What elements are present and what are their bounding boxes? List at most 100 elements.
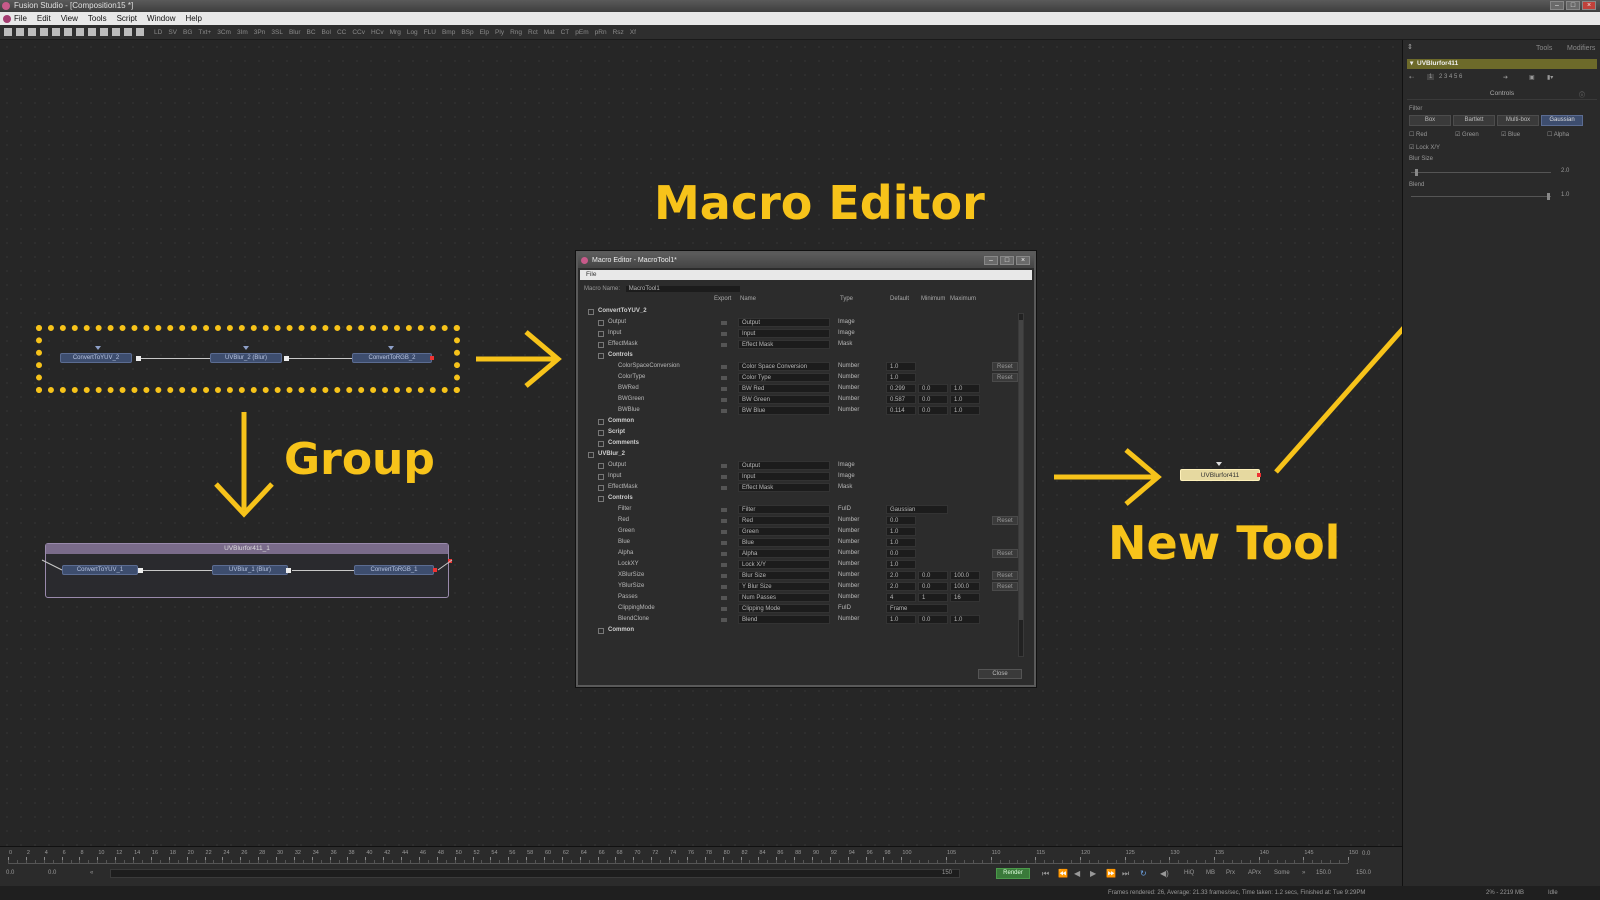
current-time[interactable]: 0.0 xyxy=(48,870,56,876)
node-uvblur-2[interactable]: UVBlur_2 (Blur) xyxy=(210,353,282,363)
blue-checkbox[interactable]: ☑ Blue xyxy=(1501,131,1520,138)
cut-icon[interactable] xyxy=(40,28,48,36)
minimize-button[interactable]: – xyxy=(984,256,998,265)
export-checkbox[interactable] xyxy=(721,321,727,325)
end-time[interactable]: 150.0 xyxy=(1316,870,1331,876)
expand-toggle-icon[interactable] xyxy=(598,628,604,634)
param-name-field[interactable]: Green xyxy=(738,527,830,536)
menu-window[interactable]: Window xyxy=(147,12,175,25)
param-default-field[interactable]: 1.0 xyxy=(886,527,916,536)
blend-slider[interactable] xyxy=(1411,193,1551,200)
undo-icon[interactable] xyxy=(76,28,84,36)
param-name-field[interactable]: Lock X/Y xyxy=(738,560,830,569)
toolbar-tool-button[interactable]: CC xyxy=(337,29,346,36)
menu-view[interactable]: View xyxy=(61,12,78,25)
param-name-field[interactable]: BW Green xyxy=(738,395,830,404)
toolbar-tool-button[interactable]: CCv xyxy=(352,29,365,36)
maximize-button[interactable]: □ xyxy=(1000,256,1014,265)
toolbar-tool-button[interactable]: 3Pn xyxy=(254,29,266,36)
toolbar-tool-button[interactable]: HCv xyxy=(371,29,384,36)
param-reset-button[interactable]: Reset xyxy=(992,362,1018,371)
export-checkbox[interactable] xyxy=(721,475,727,479)
toolbar-tool-button[interactable]: Blur xyxy=(289,29,301,36)
copy-icon[interactable] xyxy=(52,28,60,36)
version-1[interactable]: 1 xyxy=(1427,74,1435,80)
export-checkbox[interactable] xyxy=(721,409,727,413)
export-checkbox[interactable] xyxy=(721,563,727,567)
param-max-field[interactable]: 100.0 xyxy=(950,571,980,580)
param-max-field[interactable]: 1.0 xyxy=(950,395,980,404)
param-default-field[interactable]: 0.299 xyxy=(886,384,916,393)
macro-name-field[interactable]: MacroTool1 xyxy=(625,286,740,292)
save-icon[interactable] xyxy=(28,28,36,36)
layout-split-icon[interactable] xyxy=(112,28,120,36)
expand-toggle-icon[interactable] xyxy=(598,474,604,480)
expand-toggle-icon[interactable] xyxy=(588,309,594,315)
expand-toggle-icon[interactable] xyxy=(598,320,604,326)
toolbar-tool-button[interactable]: Xf xyxy=(630,29,636,36)
toolbar-tool-button[interactable]: 3Cm xyxy=(217,29,231,36)
macro-file-menu[interactable]: File xyxy=(580,270,1032,280)
close-button[interactable]: × xyxy=(1582,1,1596,10)
expand-toggle-icon[interactable] xyxy=(598,485,604,491)
param-default-field[interactable]: Frame xyxy=(886,604,948,613)
export-checkbox[interactable] xyxy=(721,530,727,534)
export-checkbox[interactable] xyxy=(721,376,727,380)
expand-toggle-icon[interactable] xyxy=(598,430,604,436)
range-slider[interactable] xyxy=(110,869,960,878)
param-name-field[interactable]: Input xyxy=(738,329,830,338)
menu-edit[interactable]: Edit xyxy=(37,12,51,25)
expand-toggle-icon[interactable] xyxy=(598,463,604,469)
toolbar-tool-button[interactable]: Rng xyxy=(510,29,522,36)
toolbar-tool-button[interactable]: Bmp xyxy=(442,29,455,36)
toolbar-tool-button[interactable]: CT xyxy=(561,29,570,36)
maximize-button[interactable]: □ xyxy=(1566,1,1580,10)
global-end-time[interactable]: 150.0 xyxy=(1356,870,1371,876)
step-back-icon[interactable]: ⏪ xyxy=(1058,869,1068,878)
timeline-right-value[interactable]: 0.0 xyxy=(1362,851,1370,857)
blur-size-value[interactable]: 2.0 xyxy=(1561,168,1569,174)
param-name-field[interactable]: Effect Mask xyxy=(738,483,830,492)
expand-toggle-icon[interactable] xyxy=(598,441,604,447)
param-name-field[interactable]: Blend xyxy=(738,615,830,624)
close-icon[interactable]: × xyxy=(1016,256,1030,265)
param-max-field[interactable]: 1.0 xyxy=(950,384,980,393)
param-reset-button[interactable]: Reset xyxy=(992,571,1018,580)
step-forward-icon[interactable]: ⏩ xyxy=(1106,869,1116,878)
view-icon[interactable]: ▣ xyxy=(1529,74,1535,81)
audio-icon[interactable]: ◀) xyxy=(1160,869,1169,878)
export-checkbox[interactable] xyxy=(721,398,727,402)
expand-icon[interactable]: ⇕ xyxy=(1407,43,1413,51)
export-checkbox[interactable] xyxy=(721,343,727,347)
param-reset-button[interactable]: Reset xyxy=(992,549,1018,558)
toolbar-tool-button[interactable]: Log xyxy=(407,29,418,36)
redo-icon[interactable] xyxy=(88,28,96,36)
toolbar-tool-button[interactable]: pRn xyxy=(595,29,607,36)
some-button[interactable]: Some xyxy=(1274,870,1290,876)
layout-grid-icon[interactable] xyxy=(124,28,132,36)
param-default-field[interactable]: 1.0 xyxy=(886,538,916,547)
start-time[interactable]: 0.0 xyxy=(6,870,14,876)
toolbar-tool-button[interactable]: SV xyxy=(168,29,177,36)
filter-bartlett-button[interactable]: Bartlett xyxy=(1453,115,1495,126)
param-min-field[interactable]: 1 xyxy=(918,593,948,602)
skip-end-icon[interactable]: ⏭ xyxy=(1122,869,1129,879)
param-name-field[interactable]: Blur Size xyxy=(738,571,830,580)
expand-toggle-icon[interactable] xyxy=(598,419,604,425)
param-name-field[interactable]: BW Red xyxy=(738,384,830,393)
toolbar-tool-button[interactable]: Txt+ xyxy=(198,29,211,36)
menu-script[interactable]: Script xyxy=(117,12,137,25)
param-default-field[interactable]: 1.0 xyxy=(886,560,916,569)
param-default-field[interactable]: Gaussian xyxy=(886,505,948,514)
tab-modifiers[interactable]: Modifiers xyxy=(1567,45,1595,52)
green-checkbox[interactable]: ☑ Green xyxy=(1455,131,1479,138)
new-tool-node[interactable]: UVBlurfor411 xyxy=(1180,469,1260,481)
controls-tab[interactable]: Controls xyxy=(1407,88,1597,100)
param-min-field[interactable]: 0.0 xyxy=(918,615,948,624)
export-checkbox[interactable] xyxy=(721,585,727,589)
export-checkbox[interactable] xyxy=(721,365,727,369)
toolbar-tool-button[interactable]: Rsz xyxy=(613,29,624,36)
tool-header[interactable]: ▾ UVBlurfor411 xyxy=(1407,59,1597,69)
macro-scrollbar[interactable] xyxy=(1018,313,1024,657)
param-default-field[interactable]: 4 xyxy=(886,593,916,602)
